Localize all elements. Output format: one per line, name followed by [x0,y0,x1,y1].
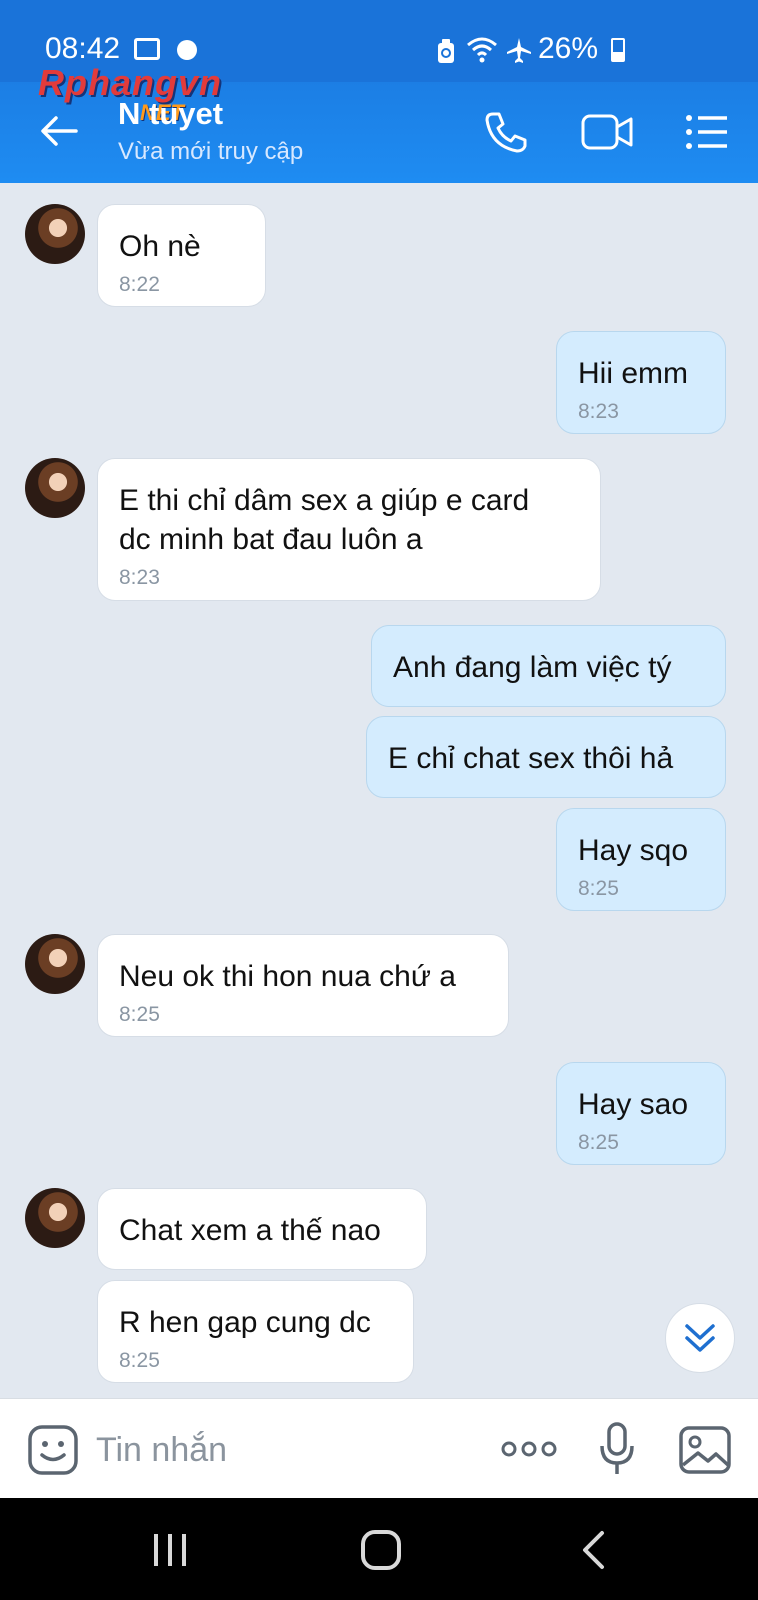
back-arrow-icon[interactable] [38,110,80,152]
messenger-notification-icon [177,40,197,60]
message-time: 8:25 [119,1349,160,1372]
message-text: E chỉ chat sex thôi hả [388,742,674,775]
sticker-emoji-icon[interactable] [27,1424,79,1476]
home-icon[interactable] [360,1529,402,1571]
chat-header: 08:42 26% Rphangvn NET N tuyet Vừa mới t… [0,0,758,183]
message-text: Anh đang làm việc tý [393,651,672,684]
nav-back-icon[interactable] [580,1530,606,1570]
message-text-line: dc minh bat đau luôn a [119,523,423,556]
contact-name[interactable]: N tuyet [118,96,223,132]
message-text: Hay sqo [578,834,689,867]
message-outgoing[interactable]: Anh đang làm việc tý [371,625,726,707]
voice-call-icon[interactable] [483,110,531,154]
message-time: 8:25 [578,1131,619,1154]
status-time: 08:42 [45,32,121,65]
wifi-icon [467,37,497,63]
recent-apps-icon[interactable] [150,1531,190,1569]
contact-avatar[interactable] [25,204,85,264]
double-chevron-down-icon [685,1324,715,1352]
message-text: Oh nè [119,230,201,263]
message-outgoing[interactable]: Hii emm 8:23 [556,331,726,434]
message-text: R hen gap cung dc [119,1306,371,1339]
message-incoming[interactable]: Neu ok thi hon nua chứ a 8:25 [97,934,509,1037]
message-outgoing[interactable]: Hay sao 8:25 [556,1062,726,1165]
menu-list-icon[interactable] [684,110,730,154]
recycle-icon [438,39,454,63]
message-input-bar: Tin nhắn [0,1398,758,1499]
gallery-notification-icon [134,38,160,60]
video-call-icon[interactable] [580,110,634,154]
message-input[interactable]: Tin nhắn [96,1431,227,1470]
airplane-mode-icon [507,38,531,63]
message-time: 8:23 [578,400,619,423]
contact-avatar[interactable] [25,458,85,518]
microphone-icon[interactable] [598,1421,636,1477]
contact-status: Vừa mới truy cập [118,138,304,165]
message-text-line: E thi chỉ dâm sex a giúp e card [119,484,530,517]
system-navigation-bar [0,1498,758,1600]
scroll-to-bottom-button[interactable] [665,1303,735,1373]
message-time: 8:25 [578,877,619,900]
message-time: 8:23 [119,566,160,589]
message-outgoing[interactable]: E chỉ chat sex thôi hả [366,716,726,798]
message-text: Hay sao [578,1088,689,1121]
image-gallery-icon[interactable] [678,1425,732,1475]
contact-avatar[interactable] [25,1188,85,1248]
message-text: Chat xem a thế nao [119,1214,381,1247]
battery-icon [611,38,625,62]
message-incoming[interactable]: Chat xem a thế nao [97,1188,427,1270]
message-text: Neu ok thi hon nua chứ a [119,960,456,993]
message-incoming[interactable]: R hen gap cung dc 8:25 [97,1280,414,1383]
message-time: 8:25 [119,1003,160,1026]
message-text: Hii emm [578,357,688,390]
battery-percentage: 26% [538,32,599,65]
contact-avatar[interactable] [25,934,85,994]
message-incoming[interactable]: E thi chỉ dâm sex a giúp e card dc minh … [97,458,601,601]
message-time: 8:22 [119,273,160,296]
message-outgoing[interactable]: Hay sqo 8:25 [556,808,726,911]
more-options-icon[interactable] [500,1437,558,1461]
message-incoming[interactable]: Oh nè 8:22 [97,204,266,307]
